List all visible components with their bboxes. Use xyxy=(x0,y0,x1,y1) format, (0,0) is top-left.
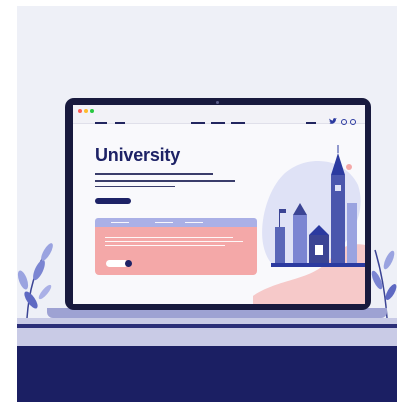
window-dot-red-icon[interactable] xyxy=(78,109,82,113)
subtitle-line xyxy=(95,180,235,182)
globe-icon[interactable] xyxy=(350,119,356,125)
subtitle-line xyxy=(95,173,213,175)
card-line xyxy=(105,245,225,246)
desk-edge xyxy=(17,324,397,328)
subtitle-line xyxy=(95,186,175,187)
card-line xyxy=(105,237,233,238)
nav-link[interactable] xyxy=(95,122,107,124)
info-card xyxy=(95,227,257,275)
nav-link[interactable] xyxy=(191,122,205,124)
page-title: University xyxy=(95,145,181,165)
card-header xyxy=(95,218,257,227)
webcam-icon xyxy=(216,101,219,104)
nav-link[interactable] xyxy=(211,122,225,124)
illustration: University xyxy=(17,6,397,402)
laptop-screen: University xyxy=(73,105,365,304)
menu-line-icon[interactable] xyxy=(306,122,316,124)
nav-link[interactable] xyxy=(231,122,245,124)
window-dot-yellow-icon[interactable] xyxy=(84,109,88,113)
nav-link[interactable] xyxy=(115,122,125,124)
window-dot-green-icon[interactable] xyxy=(90,109,94,113)
toggle-knob[interactable] xyxy=(125,260,132,267)
desk-front xyxy=(17,346,397,402)
search-icon[interactable] xyxy=(341,119,347,125)
university-building-icon xyxy=(253,145,365,304)
twitter-icon[interactable] xyxy=(329,118,337,125)
plant-left-icon xyxy=(17,243,53,318)
card-line xyxy=(105,241,243,242)
plant-right-icon xyxy=(371,249,397,318)
cta-button[interactable] xyxy=(95,198,131,204)
